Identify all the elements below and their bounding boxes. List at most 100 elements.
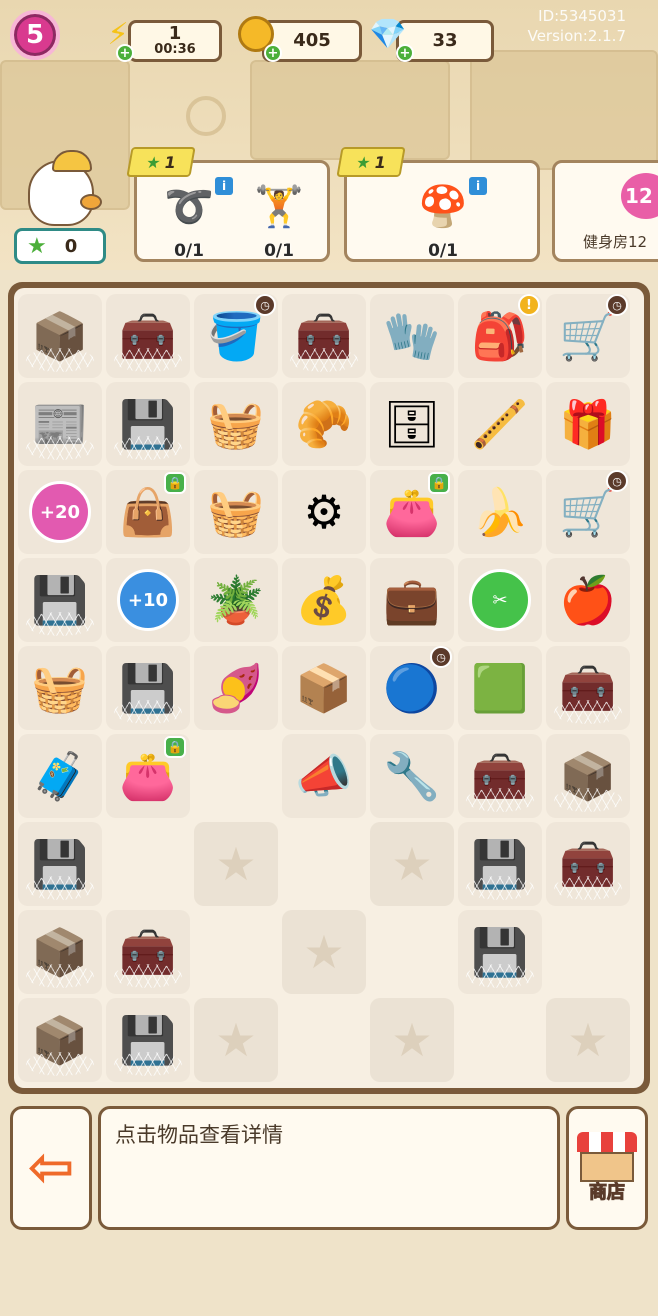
coin-value: 405 (293, 30, 331, 51)
board-cell[interactable]: 🎁 (546, 382, 630, 466)
potted-plant-icon: 🪴 (207, 573, 265, 627)
shop-label: 商店 (589, 1182, 626, 1204)
board-cell[interactable]: 📦 (282, 646, 366, 730)
star-placeholder-icon: ★ (391, 837, 433, 891)
board-cell[interactable]: 💾 (106, 382, 190, 466)
star-counter: ★ 0 (14, 228, 106, 264)
board-cell[interactable]: 📣 (282, 734, 366, 818)
board-cell[interactable]: 💾 (18, 822, 102, 906)
bonus-bubble-icon: +20 (29, 481, 91, 543)
order-progress: 0/1 (428, 241, 458, 261)
board-cell[interactable]: 🪣 ◷ (194, 294, 278, 378)
board-cell[interactable]: 💾 (18, 558, 102, 642)
board-cell[interactable]: 💼 (370, 558, 454, 642)
board-cell[interactable]: 🗄 (370, 382, 454, 466)
board-cell[interactable]: +10 (106, 558, 190, 642)
board-cell[interactable]: 📦 (546, 734, 630, 818)
board-cell[interactable]: 💾 (458, 822, 542, 906)
exit-arrow-icon: ⇦ (27, 1135, 75, 1200)
board-cell (106, 822, 190, 906)
cpu-chip-icon: 💾 (119, 397, 177, 451)
green-star-icon: ★ (144, 152, 163, 172)
banana-peel-icon: 🍌 (471, 485, 529, 539)
board-cell: ★ (194, 998, 278, 1082)
board-cell[interactable]: 💾 (458, 910, 542, 994)
board-cell[interactable]: 🧰 (282, 294, 366, 378)
board-cell[interactable]: 🧰 (106, 294, 190, 378)
board-cell[interactable]: 📦 (18, 910, 102, 994)
order-item[interactable]: 🍄 i 0/1 (397, 177, 489, 261)
merge-board: 📦 🧰 🪣 ◷ 🧰 🧤 🎒! 🛒 ◷ 📰 💾 🧺 🥐 🗄 🪈 🎁 +20 👜 🔒 🧺 ⚙ 👛 🔒 🍌 🛒 ◷ 💾 +10 🪴 💰 💼 ✂ 🍎 🧺 💾… (14, 288, 644, 1088)
order-card[interactable]: ★ 1 ➰ i 0/1 🏋 0/1 (126, 147, 330, 262)
board-cell: ★ (282, 910, 366, 994)
board-cell[interactable]: 🟩 (458, 646, 542, 730)
order-item[interactable]: ➰ i 0/1 (143, 177, 235, 261)
board-cell[interactable]: 🥐 (282, 382, 366, 466)
board-cell[interactable]: 🪴 (194, 558, 278, 642)
energy-timer: 00:36 (154, 42, 196, 57)
gem-plus-button[interactable]: + (396, 44, 414, 62)
bonus-bubble-icon: +10 (117, 569, 179, 631)
newspaper-icon: 📰 (31, 397, 89, 451)
board-cell[interactable]: 🔧 (370, 734, 454, 818)
board-cell[interactable]: ⚙ (282, 470, 366, 554)
info-icon[interactable]: i (215, 177, 233, 195)
board-cell[interactable]: 🧺 (18, 646, 102, 730)
energy-counter[interactable]: 1 00:36 (128, 20, 222, 62)
board-cell[interactable]: 🔵 ◷ (370, 646, 454, 730)
board-cell[interactable]: 🧺 (194, 382, 278, 466)
board-cell[interactable]: 👜 🔒 (106, 470, 190, 554)
level-badge[interactable]: 5 (10, 10, 60, 60)
board-cell[interactable]: 🍠 (194, 646, 278, 730)
board-cell[interactable]: 🧰 (106, 910, 190, 994)
board-cell[interactable]: 🧰 (546, 822, 630, 906)
board-cell[interactable]: 🧰 (546, 646, 630, 730)
exit-button[interactable]: ⇦ (10, 1106, 92, 1230)
room-card[interactable]: 12 健身房12 (552, 160, 658, 262)
drawer-cabinet-icon: 🗄 (382, 397, 442, 451)
board-cell[interactable]: 📦 (18, 998, 102, 1082)
board-cell[interactable]: 🧺 (194, 470, 278, 554)
info-icon[interactable]: i (469, 177, 487, 195)
basket-dumbbell-icon: 🧺 (31, 661, 89, 715)
cpu-chip-icon: 💾 (31, 573, 89, 627)
board-cell (282, 998, 366, 1082)
board-cell[interactable]: 🍌 (458, 470, 542, 554)
order-item[interactable]: 🏋 0/1 (233, 177, 325, 262)
star-placeholder-icon: ★ (215, 837, 257, 891)
coin-plus-button[interactable]: + (264, 44, 282, 62)
board-cell[interactable]: 💾 (106, 646, 190, 730)
bread-rolls-icon: 🥐 (295, 397, 353, 451)
robot-vacuum-icon: 🔵 (383, 661, 441, 715)
board-cell[interactable]: 🧤 (370, 294, 454, 378)
board-cell[interactable]: 🛒 ◷ (546, 470, 630, 554)
crate-icon: 🧰 (471, 749, 529, 803)
board-cell[interactable]: 📰 (18, 382, 102, 466)
megaphone-icon: 📣 (295, 749, 353, 803)
board-cell[interactable]: 💰 (282, 558, 366, 642)
board-cell[interactable]: ✂ (458, 558, 542, 642)
toolbox-icon: 🧰 (559, 837, 617, 891)
board-cell[interactable]: 🧰 (458, 734, 542, 818)
pliers-icon: 🔧 (383, 749, 441, 803)
board-cell[interactable]: 💾 (106, 998, 190, 1082)
timer-icon: ◷ (430, 646, 452, 668)
energy-plus-button[interactable]: + (116, 44, 134, 62)
board-cell[interactable]: 🧳 (18, 734, 102, 818)
shop-button[interactable]: 商店 (566, 1106, 648, 1230)
item-info-panel: 点击物品查看详情 (98, 1106, 560, 1230)
board-cell[interactable]: 🎒! (458, 294, 542, 378)
board-cell[interactable]: 🛒 ◷ (546, 294, 630, 378)
toolbox-icon: 🧰 (295, 309, 353, 363)
board-cell[interactable]: 🪈 (458, 382, 542, 466)
build-info: ID:5345031 Version:2.1.7 (528, 6, 626, 46)
board-cell[interactable]: 📦 (18, 294, 102, 378)
chef-avatar[interactable] (18, 150, 102, 240)
board-cell[interactable]: 🍎 (546, 558, 630, 642)
order-card[interactable]: ★ 1 🍄 i 0/1 (336, 147, 540, 262)
board-cell[interactable]: 👛 🔒 (106, 734, 190, 818)
cpu-chip-icon: 💾 (119, 1013, 177, 1067)
coin-bag-icon: 💰 (295, 573, 353, 627)
board-cell[interactable]: 👛 🔒 (370, 470, 454, 554)
board-cell[interactable]: +20 (18, 470, 102, 554)
